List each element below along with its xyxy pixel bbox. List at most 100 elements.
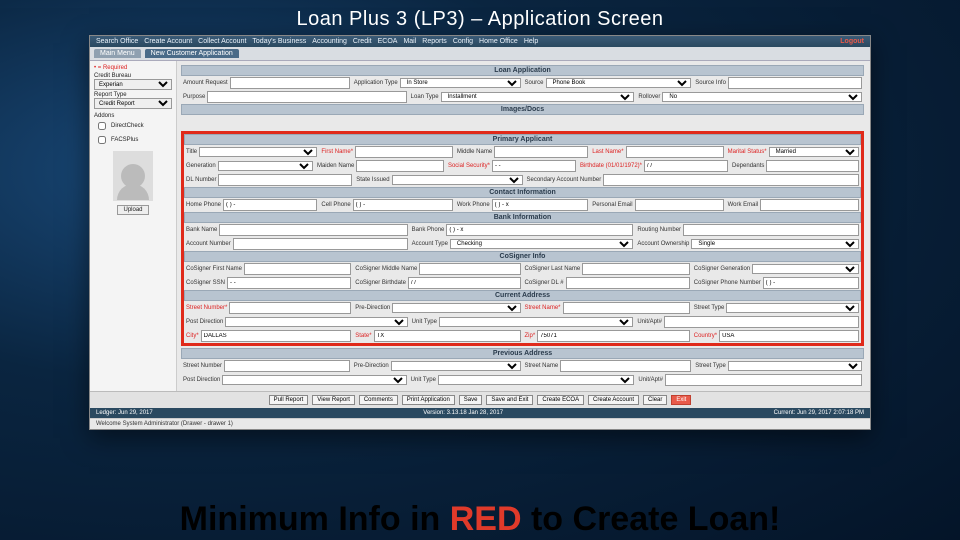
title-select[interactable] (199, 147, 317, 157)
first-name-input[interactable] (355, 146, 453, 158)
cosigner-last-input[interactable] (582, 263, 690, 275)
unit-type-select[interactable] (439, 317, 633, 327)
middle-name-input[interactable] (494, 146, 588, 158)
cosigner-phone-input[interactable] (763, 277, 859, 289)
cosigner-dl-input[interactable] (566, 277, 690, 289)
personal-email-label: Personal Email (592, 202, 632, 208)
prev-unit-type-select[interactable] (438, 375, 634, 385)
state-input[interactable] (374, 330, 521, 342)
tb-ecoa[interactable]: ECOA (378, 38, 398, 45)
personal-email-input[interactable] (635, 199, 724, 211)
first-name-label: First Name* (321, 149, 353, 155)
work-phone-input[interactable] (492, 199, 589, 211)
zip-input[interactable] (537, 330, 690, 342)
comments-button[interactable]: Comments (359, 395, 398, 405)
street-type-select[interactable] (726, 303, 859, 313)
exit-button[interactable]: Exit (671, 395, 691, 405)
last-name-input[interactable] (626, 146, 724, 158)
secondary-account-input[interactable] (603, 174, 859, 186)
generation-select[interactable] (218, 161, 313, 171)
bank-phone-input[interactable] (446, 224, 633, 236)
section-bank-info: Bank Information (184, 212, 861, 223)
loan-type-select[interactable]: Installment (441, 92, 635, 102)
slide-title: Loan Plus 3 (LP3) – Application Screen (0, 8, 960, 31)
postdirection-select[interactable] (225, 317, 407, 327)
tb-config[interactable]: Config (453, 38, 473, 45)
bank-name-input[interactable] (219, 224, 407, 236)
tb-collect[interactable]: Collect Account (198, 38, 246, 45)
tab-new-customer[interactable]: New Customer Application (145, 49, 239, 58)
cosigner-generation-select[interactable] (752, 264, 859, 274)
create-ecoa-button[interactable]: Create ECOA (537, 395, 584, 405)
save-button[interactable]: Save (459, 395, 483, 405)
tb-help[interactable]: Help (524, 38, 538, 45)
tb-reports[interactable]: Reports (422, 38, 447, 45)
prev-street-name-input[interactable] (560, 360, 691, 372)
view-report-button[interactable]: View Report (312, 395, 355, 405)
postdirection-label: Post Direction (186, 319, 223, 325)
source-select[interactable]: Phone Book (546, 78, 692, 88)
required-fields-highlight: Primary Applicant Title First Name* Midd… (181, 131, 864, 346)
dependants-input[interactable] (766, 160, 859, 172)
create-account-button[interactable]: Create Account (588, 395, 639, 405)
section-current-address: Current Address (184, 290, 861, 301)
predirection-label: Pre-Direction (355, 305, 390, 311)
home-phone-input[interactable] (223, 199, 317, 211)
birthdate-input[interactable] (644, 160, 728, 172)
cosigner-middle-input[interactable] (419, 263, 520, 275)
unit-apt-input[interactable] (664, 316, 859, 328)
routing-number-input[interactable] (683, 224, 859, 236)
cosigner-ssn-input[interactable] (227, 277, 351, 289)
tb-create[interactable]: Create Account (144, 38, 192, 45)
marital-status-select[interactable]: Married (769, 147, 859, 157)
prev-predirection-select[interactable] (391, 361, 521, 371)
country-input[interactable] (719, 330, 859, 342)
amount-request-input[interactable] (230, 77, 350, 89)
prev-postdirection-select[interactable] (222, 375, 406, 385)
upload-button[interactable]: Upload (117, 205, 149, 215)
tab-main-menu[interactable]: Main Menu (94, 49, 141, 58)
ssn-input[interactable] (492, 160, 576, 172)
purpose-input[interactable] (207, 91, 406, 103)
save-and-exit-button[interactable]: Save and Exit (486, 395, 533, 405)
sourceinfo-input[interactable] (728, 77, 862, 89)
rollover-select[interactable]: No (662, 92, 862, 102)
ledger-status: Ledger: Jun 29, 2017 (96, 410, 153, 416)
prev-street-number-input[interactable] (224, 360, 350, 372)
account-number-input[interactable] (233, 238, 408, 250)
tb-mail[interactable]: Mail (403, 38, 416, 45)
tb-homeoffice[interactable]: Home Office (479, 38, 518, 45)
pull-report-button[interactable]: Pull Report (269, 395, 309, 405)
tb-accounting[interactable]: Accounting (312, 38, 347, 45)
tb-search[interactable]: Search Office (96, 38, 138, 45)
predirection-select[interactable] (392, 303, 520, 313)
account-ownership-select[interactable]: Single (691, 239, 859, 249)
tb-credit[interactable]: Credit (353, 38, 372, 45)
cosigner-first-input[interactable] (244, 263, 351, 275)
cell-phone-input[interactable] (353, 199, 453, 211)
prev-unit-apt-input[interactable] (665, 374, 862, 386)
prev-street-type-select[interactable] (728, 361, 862, 371)
credit-bureau-select[interactable]: Experian (94, 79, 172, 90)
state-issued-select[interactable] (392, 175, 523, 185)
dl-number-input[interactable] (218, 174, 352, 186)
bank-name-label: Bank Name (186, 227, 217, 233)
print-application-button[interactable]: Print Application (402, 395, 455, 405)
street-number-input[interactable] (229, 302, 351, 314)
tb-today[interactable]: Today's Business (252, 38, 306, 45)
facsplus-checkbox[interactable] (98, 136, 106, 144)
logout-link[interactable]: Logout (840, 38, 864, 45)
work-email-input[interactable] (760, 199, 859, 211)
state-label: State* (355, 333, 371, 339)
clear-button[interactable]: Clear (643, 395, 667, 405)
applicant-photo (113, 151, 153, 201)
directcheck-checkbox[interactable] (98, 122, 106, 130)
application-type-select[interactable]: In Store (400, 78, 521, 88)
report-type-select[interactable]: Credit Report (94, 98, 172, 109)
maiden-name-input[interactable] (356, 160, 444, 172)
account-type-select[interactable]: Checking (450, 239, 633, 249)
cosigner-birthdate-input[interactable] (408, 277, 521, 289)
street-name-input[interactable] (563, 302, 690, 314)
account-ownership-label: Account Ownership (637, 241, 689, 247)
city-input[interactable] (201, 330, 352, 342)
